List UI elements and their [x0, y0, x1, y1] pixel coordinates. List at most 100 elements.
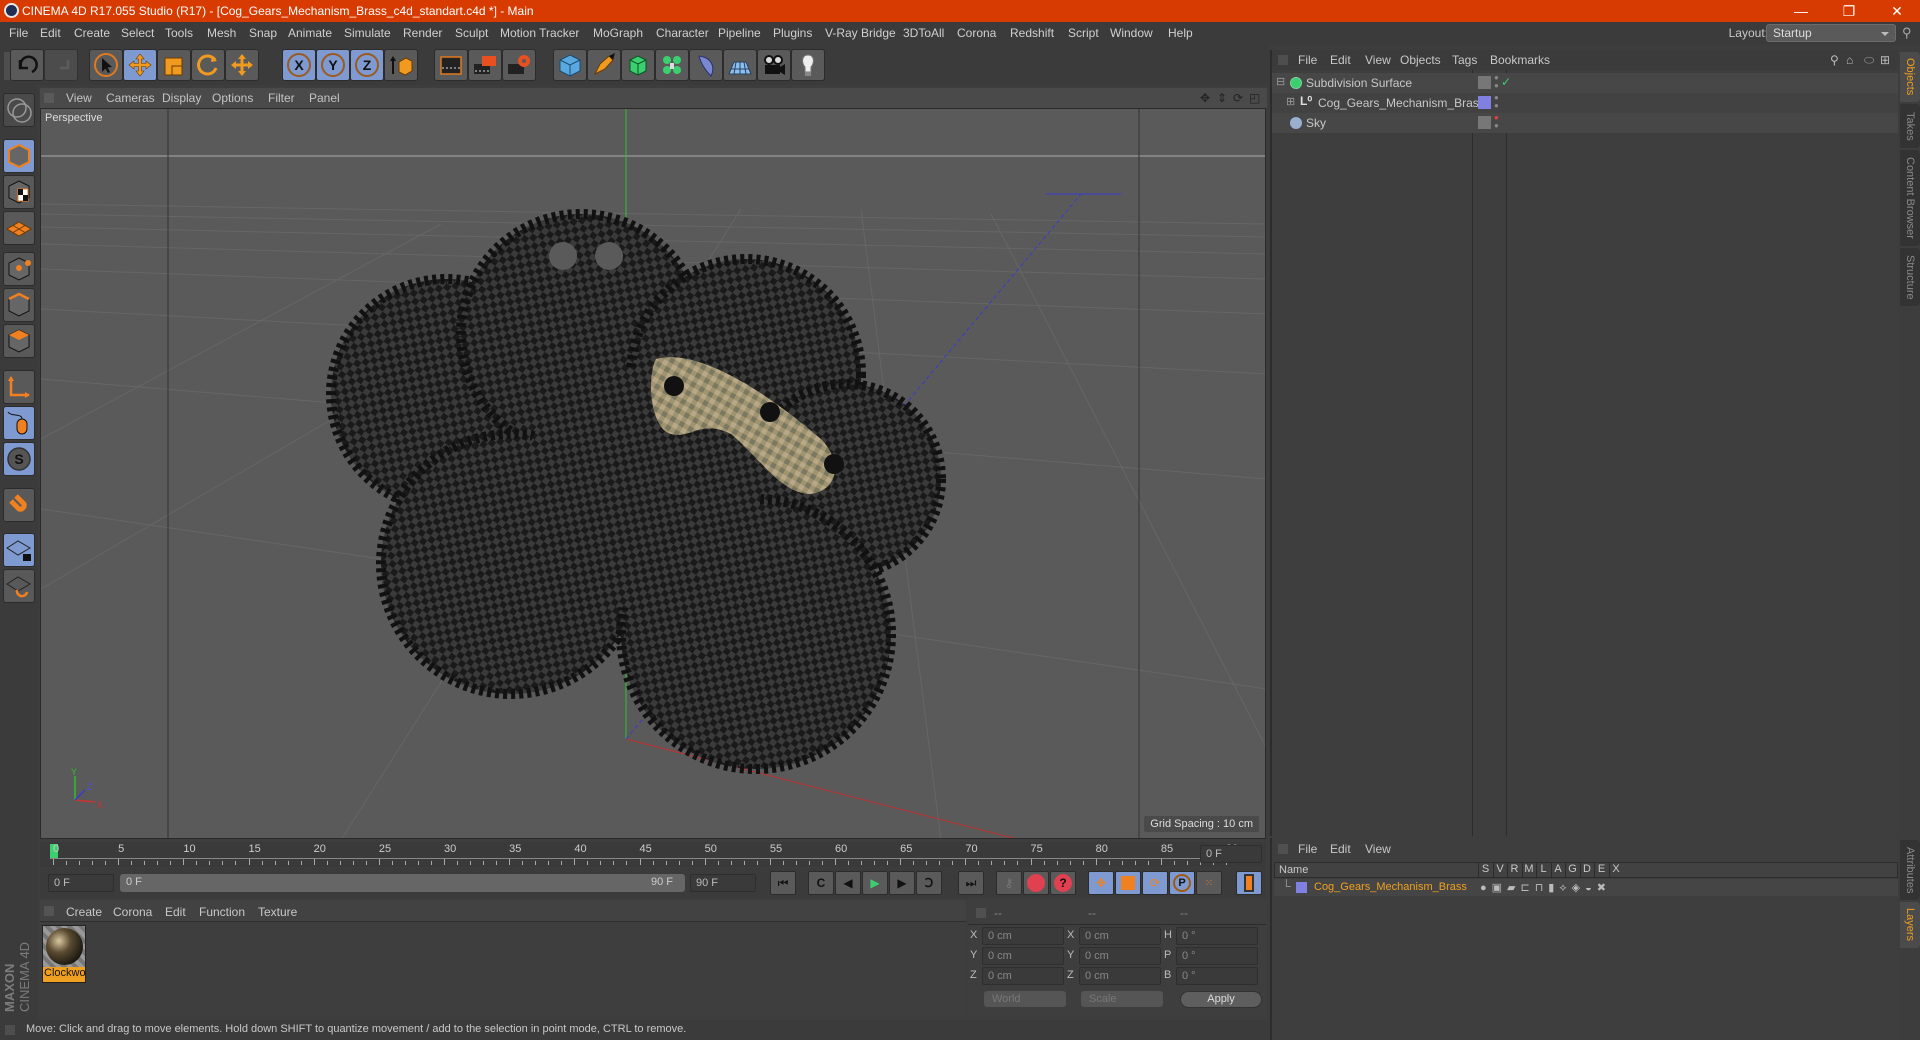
texture-mode-button[interactable]: [3, 175, 35, 209]
column-e[interactable]: E: [1594, 863, 1608, 877]
viewport-rotate-icon[interactable]: ⟳: [1233, 91, 1243, 105]
close-button[interactable]: ✕: [1874, 0, 1920, 22]
snap-button[interactable]: [3, 488, 35, 522]
subdivision-surface-button[interactable]: [621, 49, 655, 81]
minimize-button[interactable]: —: [1778, 0, 1824, 22]
pen-tool-button[interactable]: [587, 49, 621, 81]
make-editable-button[interactable]: [3, 93, 35, 127]
frame-range-slider[interactable]: 0 F 90 F: [120, 874, 685, 892]
material-menu-function[interactable]: Function: [199, 905, 245, 919]
start-frame-field[interactable]: 0 F: [48, 874, 114, 892]
play-button[interactable]: ▶: [862, 871, 888, 895]
object-menu-bookmarks[interactable]: Bookmarks: [1490, 53, 1550, 67]
menu-select[interactable]: Select: [121, 26, 154, 40]
autokey-button[interactable]: ?: [1050, 871, 1076, 895]
layer-color-swatch[interactable]: [1296, 882, 1307, 893]
object-menu-tags[interactable]: Tags: [1452, 53, 1477, 67]
deformer-button[interactable]: [689, 49, 723, 81]
layer-flags[interactable]: ●▣▰⊏⊓▮⟡◈◒✖: [1480, 881, 1611, 895]
menu-edit[interactable]: Edit: [40, 26, 61, 40]
menu-sculpt[interactable]: Sculpt: [455, 26, 488, 40]
tab-structure[interactable]: Structure: [1900, 248, 1920, 306]
cloner-button[interactable]: [655, 49, 689, 81]
coord-rotation-p-field[interactable]: 0 °: [1176, 947, 1258, 965]
column-g[interactable]: G: [1565, 863, 1579, 877]
column-name[interactable]: Name: [1279, 864, 1308, 876]
menu-vray-bridge[interactable]: V-Ray Bridge: [825, 26, 896, 40]
coord-position-x-field[interactable]: 0 cm: [982, 927, 1064, 945]
render-settings-button[interactable]: [502, 49, 536, 81]
z-axis-lock-button[interactable]: Z: [350, 49, 384, 81]
menu-corona[interactable]: Corona: [957, 26, 996, 40]
tab-takes[interactable]: Takes: [1900, 104, 1920, 148]
x-axis-lock-button[interactable]: X: [282, 49, 316, 81]
tab-content-browser[interactable]: Content Browser: [1900, 150, 1920, 246]
menu-simulate[interactable]: Simulate: [344, 26, 391, 40]
object-row[interactable]: ⊟ Subdivision Surface ● ● ✓: [1272, 73, 1898, 93]
enabled-check-icon[interactable]: ✓: [1501, 75, 1511, 89]
layer-menu-view[interactable]: View: [1365, 842, 1391, 856]
menu-mograph[interactable]: MoGraph: [593, 26, 643, 40]
layer-slot[interactable]: [1478, 76, 1491, 89]
viewport-menu-display[interactable]: Display: [162, 91, 201, 105]
workplane-lock-button[interactable]: [3, 533, 35, 567]
previous-key-button[interactable]: C: [808, 871, 834, 895]
column-d[interactable]: D: [1579, 863, 1594, 877]
material-menu-edit[interactable]: Edit: [165, 905, 186, 919]
object-name[interactable]: Subdivision Surface: [1306, 76, 1412, 90]
restore-button[interactable]: ❐: [1826, 0, 1872, 22]
next-key-button[interactable]: Ↄ: [916, 871, 942, 895]
object-menu-file[interactable]: File: [1298, 53, 1317, 67]
select-tool-button[interactable]: [89, 49, 123, 81]
menu-motion-tracker[interactable]: Motion Tracker: [500, 26, 579, 40]
menu-animate[interactable]: Animate: [288, 26, 332, 40]
coord-grip[interactable]: [976, 908, 986, 918]
live-move-button[interactable]: [225, 49, 259, 81]
coord-size-z-field[interactable]: 0 cm: [1079, 967, 1161, 985]
object-menu-view[interactable]: View: [1365, 53, 1391, 67]
object-search-icon[interactable]: ⚲: [1830, 53, 1839, 67]
key-rotation-button[interactable]: ⟳: [1142, 871, 1168, 895]
layer-menu-edit[interactable]: Edit: [1330, 842, 1351, 856]
material-menu-corona[interactable]: Corona: [113, 905, 152, 919]
viewport-menu-view[interactable]: View: [66, 91, 92, 105]
key-scale-button[interactable]: [1115, 871, 1141, 895]
camera-button[interactable]: [757, 49, 791, 81]
column-r[interactable]: R: [1507, 863, 1521, 877]
3d-viewport[interactable]: Perspective Y Z X Grid Spacing : 10 cm: [40, 108, 1266, 839]
object-row[interactable]: ⊞ L⁰ Cog_Gears_Mechanism_Brass ● ●: [1272, 93, 1898, 113]
object-row[interactable]: Sky ● ●: [1272, 113, 1898, 133]
viewport-menu-options[interactable]: Options: [212, 91, 253, 105]
rotate-tool-button[interactable]: [191, 49, 225, 81]
layer-name[interactable]: Cog_Gears_Mechanism_Brass: [1314, 881, 1467, 893]
object-menu-objects[interactable]: Objects: [1400, 53, 1441, 67]
record-button[interactable]: [1023, 871, 1049, 895]
viewport-pan-icon[interactable]: ✥: [1200, 91, 1210, 105]
viewport-zoom-icon[interactable]: ⇕: [1217, 91, 1227, 105]
render-picture-viewer-button[interactable]: [468, 49, 502, 81]
workplane-rotate-button[interactable]: [3, 569, 35, 603]
go-to-end-button[interactable]: ⏭: [958, 871, 984, 895]
axis-mode-button[interactable]: [3, 370, 35, 404]
column-v[interactable]: V: [1492, 863, 1507, 877]
coord-rotation-h-field[interactable]: 0 °: [1176, 927, 1258, 945]
menu-mesh[interactable]: Mesh: [207, 26, 236, 40]
end-frame-field[interactable]: 90 F: [690, 874, 756, 892]
light-button[interactable]: [791, 49, 825, 81]
key-parameter-button[interactable]: P: [1169, 871, 1195, 895]
edges-mode-button[interactable]: [3, 288, 35, 322]
layer-color-swatch[interactable]: [1478, 96, 1491, 109]
menu-redshift[interactable]: Redshift: [1010, 26, 1054, 40]
key-position-button[interactable]: ✥: [1088, 871, 1114, 895]
object-new-window-icon[interactable]: ⊞: [1880, 53, 1890, 67]
object-name[interactable]: Cog_Gears_Mechanism_Brass: [1318, 96, 1485, 110]
visibility-dots[interactable]: ● ●: [1494, 74, 1499, 90]
collapse-icon[interactable]: ⊟: [1276, 75, 1285, 88]
material-menu-texture[interactable]: Texture: [258, 905, 297, 919]
object-menu-edit[interactable]: Edit: [1330, 53, 1351, 67]
menu-snap[interactable]: Snap: [249, 26, 277, 40]
coord-size-x-field[interactable]: 0 cm: [1079, 927, 1161, 945]
menu-file[interactable]: File: [9, 26, 28, 40]
viewport-maximize-icon[interactable]: ◰: [1249, 91, 1260, 105]
column-a[interactable]: A: [1550, 863, 1565, 877]
